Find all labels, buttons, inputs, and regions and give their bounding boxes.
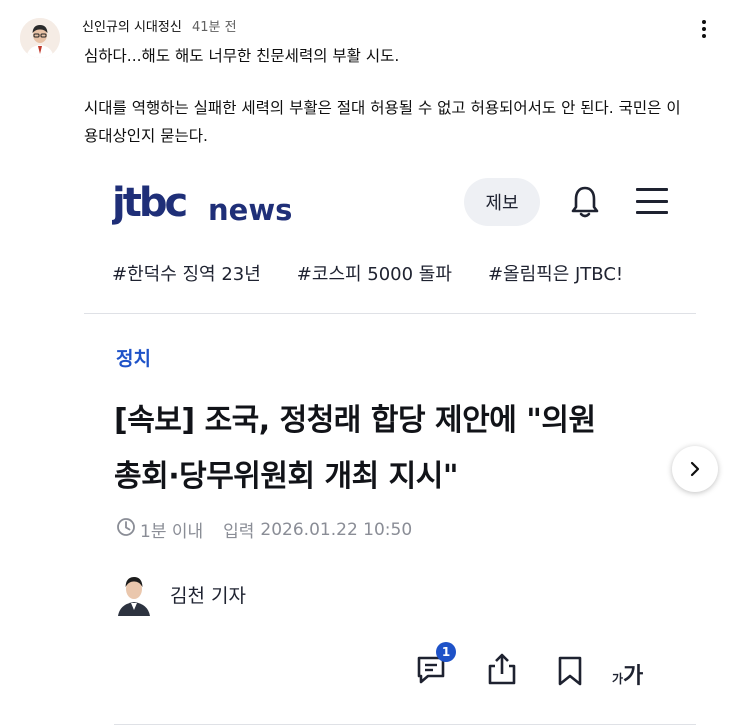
comment-button[interactable]: 1 <box>414 642 456 690</box>
divider <box>84 313 696 314</box>
post-text-para2: 시대를 역행하는 실패한 세력의 부활은 절대 허용될 수 없고 허용되어서도 … <box>84 99 681 145</box>
logo-news-text: news <box>208 193 292 226</box>
author-name[interactable]: 신인규의 시대정신 <box>82 20 182 35</box>
author-avatar[interactable] <box>20 18 60 58</box>
share-icon <box>488 653 516 685</box>
more-vert-icon-dot <box>702 27 706 31</box>
post-text: 심하다...해도 해도 너무한 친문세력의 부활 시도. 시대를 역행하는 실패… <box>84 42 684 150</box>
more-options-button[interactable] <box>694 16 714 42</box>
reporter-name: 김천 기자 <box>170 584 246 607</box>
input-datetime: 2026.01.22 10:50 <box>260 519 413 540</box>
font-size-big: 가 <box>623 664 644 689</box>
article-headline[interactable]: [속보] 조국, 정청래 합당 제안에 "의원 총회·당무위원회 개최 지시" <box>114 393 674 505</box>
hashtag-item[interactable]: #한덕수 징역 23년 <box>112 264 261 285</box>
share-button[interactable] <box>484 646 520 690</box>
menu-bar <box>636 211 668 214</box>
post-text-line1: 심하다...해도 해도 너무한 친문세력의 부활 시도. <box>84 47 400 65</box>
logo-brand-text: jtbc <box>112 182 186 226</box>
author-line: 신인규의 시대정신 41분 전 <box>82 16 237 35</box>
font-size-button[interactable]: 가가 <box>612 658 643 690</box>
jtbc-news-logo[interactable]: jtbc news <box>110 180 302 230</box>
bell-icon[interactable] <box>568 184 602 224</box>
headline-line1: [속보] 조국, 정청래 합당 제안에 "의원 <box>114 403 596 438</box>
comment-count-badge: 1 <box>436 642 456 662</box>
clock-icon <box>116 517 136 542</box>
report-button[interactable]: 제보 <box>464 178 540 226</box>
more-vert-icon <box>702 20 706 24</box>
more-vert-icon-dot <box>702 34 706 38</box>
hamburger-menu-icon[interactable] <box>636 188 668 214</box>
post-time[interactable]: 41분 전 <box>192 20 237 35</box>
font-size-small: 가 <box>612 672 624 686</box>
next-button[interactable] <box>672 446 718 492</box>
reporter[interactable]: 김천 기자 <box>116 572 246 616</box>
headline-line2: 총회·당무위원회 개최 지시" <box>114 459 459 494</box>
bookmark-button[interactable] <box>552 646 588 690</box>
shared-article-card[interactable]: jtbc news 제보 #한덕수 징역 23년 #코스피 5000 돌파 #올림픽… <box>84 160 696 727</box>
section-label[interactable]: 정치 <box>116 344 151 371</box>
menu-bar <box>636 188 668 191</box>
article-meta: 1분 이내 입력 2026.01.22 10:50 <box>116 517 412 542</box>
hashtag-item[interactable]: #올림픽은 JTBC! <box>488 264 623 285</box>
bookmark-icon <box>558 656 582 686</box>
hashtag-list: #한덕수 징역 23년 #코스피 5000 돌파 #올림픽은 JTBC! <box>112 260 659 286</box>
input-label: 입력 <box>223 522 255 542</box>
article-actions: 1 가가 <box>414 642 674 696</box>
menu-bar <box>636 199 668 203</box>
bottom-divider <box>114 724 696 725</box>
chevron-right-icon <box>690 461 700 477</box>
reporter-avatar <box>116 572 152 616</box>
hashtag-item[interactable]: #코스피 5000 돌파 <box>297 264 452 285</box>
time-ago: 1분 이내 <box>140 522 204 542</box>
